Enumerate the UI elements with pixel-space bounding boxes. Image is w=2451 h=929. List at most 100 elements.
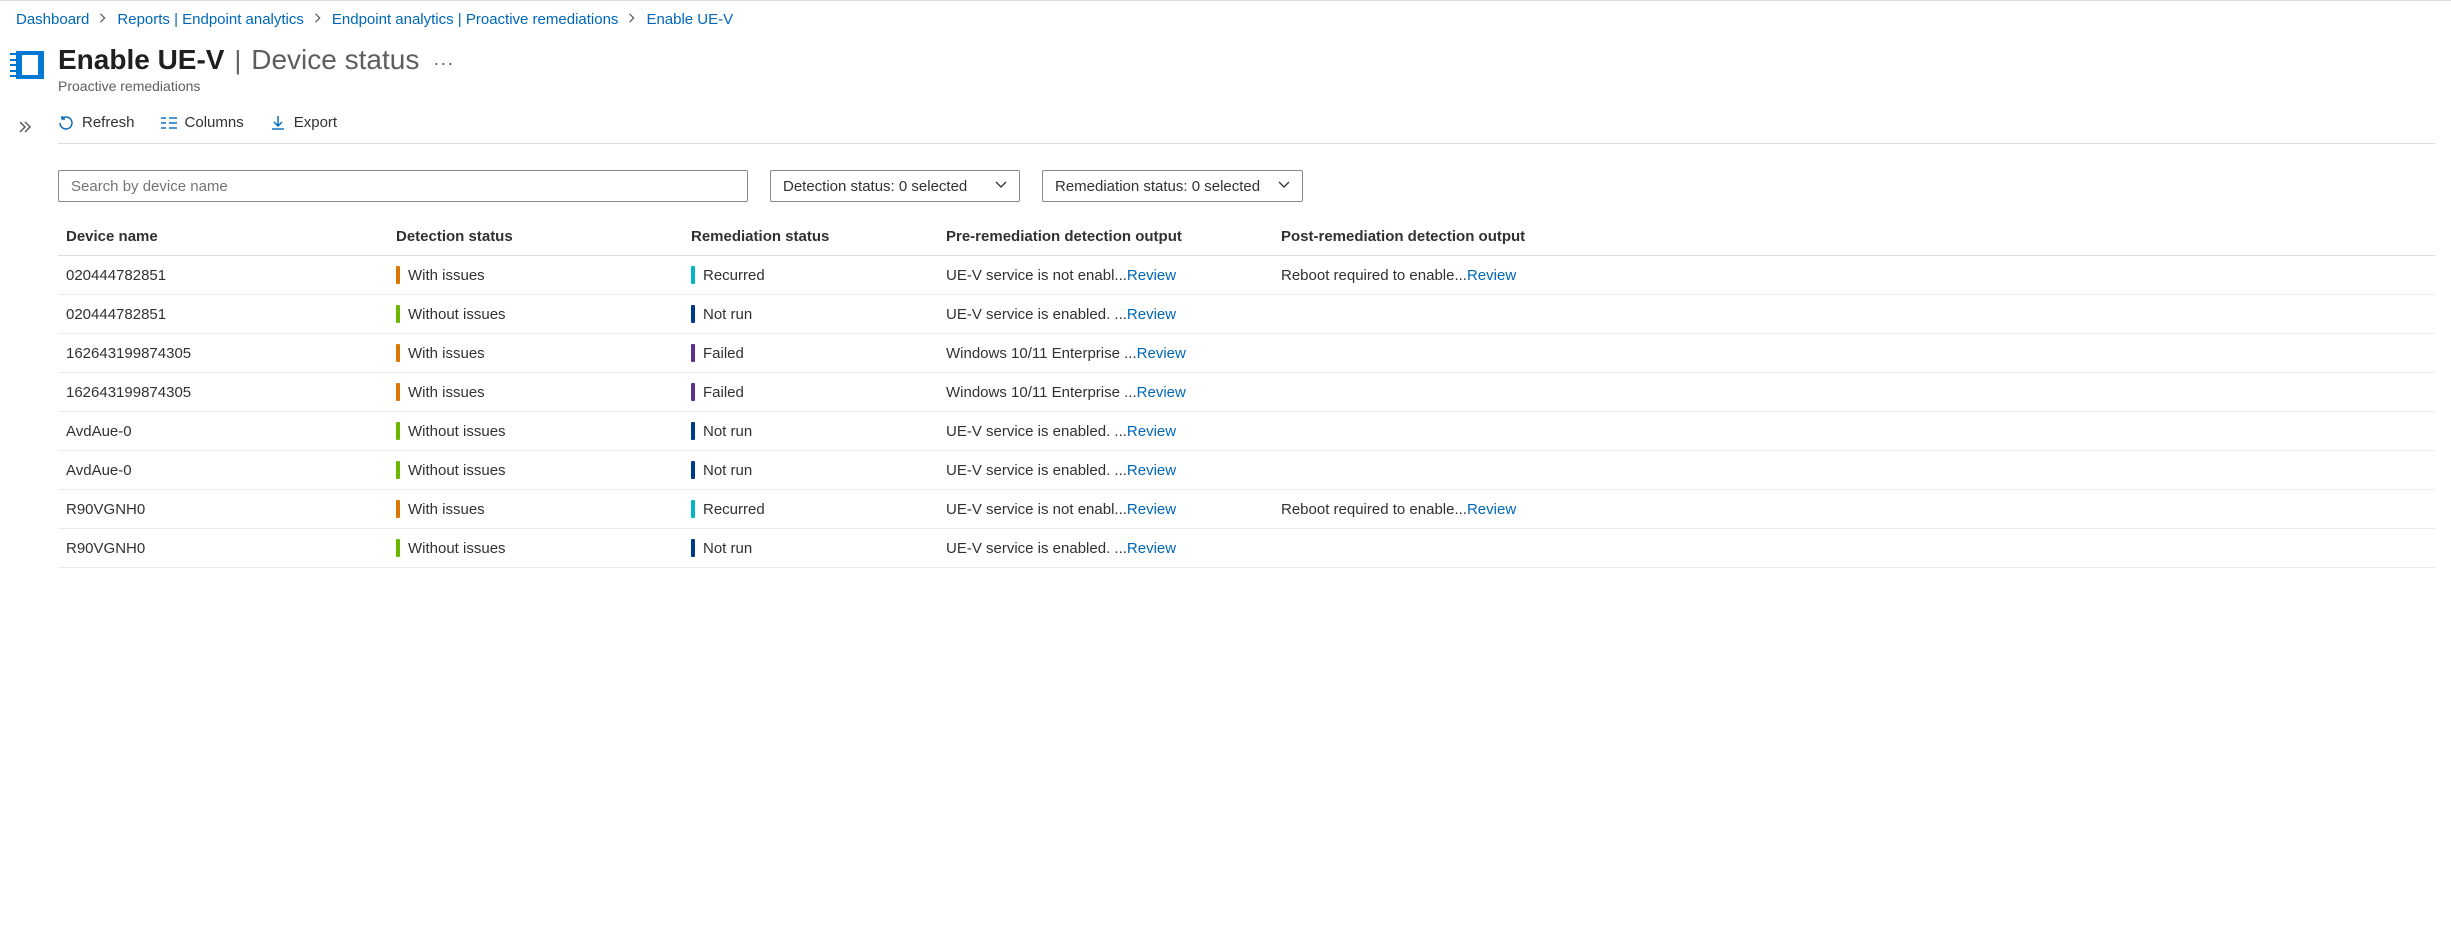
detection-status-text: With issues <box>408 501 485 518</box>
review-link[interactable]: Review <box>1467 267 1516 284</box>
remediation-status-text: Failed <box>703 384 744 401</box>
table-row[interactable]: AvdAue-0Without issuesNot runUE-V servic… <box>58 451 2435 490</box>
detection-status-text: With issues <box>408 267 485 284</box>
cell-detection: With issues <box>388 373 683 412</box>
page-title-name: Enable UE-V <box>58 44 224 76</box>
refresh-label: Refresh <box>82 114 135 131</box>
pre-output-text: UE-V service is not enabl... <box>946 267 1127 284</box>
review-link[interactable]: Review <box>1127 267 1176 284</box>
download-icon <box>270 115 286 131</box>
cell-detection: With issues <box>388 334 683 373</box>
review-link[interactable]: Review <box>1127 423 1176 440</box>
more-actions-button[interactable]: ··· <box>429 53 454 74</box>
review-link[interactable]: Review <box>1137 345 1186 362</box>
review-link[interactable]: Review <box>1137 384 1186 401</box>
status-bar-icon <box>691 539 695 557</box>
cell-detection: Without issues <box>388 529 683 568</box>
breadcrumb: Dashboard Reports | Endpoint analytics E… <box>16 1 2435 36</box>
refresh-button[interactable]: Refresh <box>58 114 135 131</box>
cell-remediation: Not run <box>683 412 938 451</box>
table-row[interactable]: 162643199874305With issuesFailedWindows … <box>58 373 2435 412</box>
cell-pre-output: UE-V service is not enabl...Review <box>938 256 1273 295</box>
status-bar-icon <box>396 305 400 323</box>
chevron-down-icon <box>1278 178 1290 195</box>
status-bar-icon <box>691 500 695 518</box>
pre-output-text: UE-V service is enabled. ... <box>946 462 1127 479</box>
detection-status-text: Without issues <box>408 462 506 479</box>
chevron-right-icon <box>99 13 107 26</box>
columns-button[interactable]: Columns <box>161 114 244 131</box>
cell-pre-output: UE-V service is enabled. ...Review <box>938 295 1273 334</box>
detection-status-text: Without issues <box>408 540 506 557</box>
page-subtitle: Proactive remediations <box>58 78 454 94</box>
cell-detection: With issues <box>388 490 683 529</box>
pre-output-text: UE-V service is not enabl... <box>946 501 1127 518</box>
cell-pre-output: Windows 10/11 Enterprise ...Review <box>938 334 1273 373</box>
cell-pre-output: UE-V service is not enabl...Review <box>938 490 1273 529</box>
status-bar-icon <box>691 461 695 479</box>
review-link[interactable]: Review <box>1127 462 1176 479</box>
table-row[interactable]: R90VGNH0Without issuesNot runUE-V servic… <box>58 529 2435 568</box>
cell-remediation: Recurred <box>683 256 938 295</box>
search-box[interactable] <box>58 170 748 202</box>
col-detection[interactable]: Detection status <box>388 218 683 256</box>
breadcrumb-reports[interactable]: Reports | Endpoint analytics <box>117 11 304 28</box>
cell-post-output <box>1273 295 2435 334</box>
expand-sidebar-button[interactable] <box>16 114 34 136</box>
breadcrumb-dashboard[interactable]: Dashboard <box>16 11 89 28</box>
cell-detection: With issues <box>388 256 683 295</box>
table-row[interactable]: 020444782851With issuesRecurredUE-V serv… <box>58 256 2435 295</box>
title-separator: | <box>234 45 241 76</box>
chevron-down-icon <box>995 178 1007 195</box>
export-button[interactable]: Export <box>270 114 337 131</box>
table-row[interactable]: 020444782851Without issuesNot runUE-V se… <box>58 295 2435 334</box>
review-link[interactable]: Review <box>1127 540 1176 557</box>
status-bar-icon <box>396 500 400 518</box>
pre-output-text: Windows 10/11 Enterprise ... <box>946 345 1137 362</box>
status-bar-icon <box>396 539 400 557</box>
search-input[interactable] <box>69 177 737 196</box>
detection-status-filter[interactable]: Detection status: 0 selected <box>770 170 1020 202</box>
detection-status-text: With issues <box>408 384 485 401</box>
col-pre[interactable]: Pre-remediation detection output <box>938 218 1273 256</box>
cell-post-output <box>1273 373 2435 412</box>
cell-remediation: Not run <box>683 451 938 490</box>
status-bar-icon <box>396 461 400 479</box>
review-link[interactable]: Review <box>1127 306 1176 323</box>
review-link[interactable]: Review <box>1127 501 1176 518</box>
cell-device: AvdAue-0 <box>58 451 388 490</box>
command-bar: Refresh Columns Export <box>58 114 2435 144</box>
status-bar-icon <box>691 305 695 323</box>
pre-output-text: UE-V service is enabled. ... <box>946 540 1127 557</box>
cell-post-output <box>1273 334 2435 373</box>
export-label: Export <box>294 114 337 131</box>
cell-pre-output: UE-V service is enabled. ...Review <box>938 451 1273 490</box>
cell-post-output: Reboot required to enable...Review <box>1273 256 2435 295</box>
columns-icon <box>161 115 177 131</box>
cell-remediation: Not run <box>683 295 938 334</box>
col-device[interactable]: Device name <box>58 218 388 256</box>
status-bar-icon <box>691 383 695 401</box>
review-link[interactable]: Review <box>1467 501 1516 518</box>
col-post[interactable]: Post-remediation detection output <box>1273 218 2435 256</box>
table-row[interactable]: 162643199874305With issuesFailedWindows … <box>58 334 2435 373</box>
detection-filter-label: Detection status: 0 selected <box>783 178 967 195</box>
status-bar-icon <box>396 383 400 401</box>
breadcrumb-proactive[interactable]: Endpoint analytics | Proactive remediati… <box>332 11 619 28</box>
cell-remediation: Failed <box>683 334 938 373</box>
col-remediation[interactable]: Remediation status <box>683 218 938 256</box>
remediation-status-text: Recurred <box>703 267 765 284</box>
detection-status-text: Without issues <box>408 423 506 440</box>
table-row[interactable]: AvdAue-0Without issuesNot runUE-V servic… <box>58 412 2435 451</box>
cell-post-output: Reboot required to enable...Review <box>1273 490 2435 529</box>
status-bar-icon <box>691 344 695 362</box>
chevron-right-icon <box>628 13 636 26</box>
remediation-status-filter[interactable]: Remediation status: 0 selected <box>1042 170 1303 202</box>
device-status-table: Device name Detection status Remediation… <box>58 218 2435 568</box>
pre-output-text: UE-V service is enabled. ... <box>946 423 1127 440</box>
status-bar-icon <box>396 266 400 284</box>
breadcrumb-current[interactable]: Enable UE-V <box>646 11 733 28</box>
cell-pre-output: UE-V service is enabled. ...Review <box>938 412 1273 451</box>
cell-remediation: Failed <box>683 373 938 412</box>
table-row[interactable]: R90VGNH0With issuesRecurredUE-V service … <box>58 490 2435 529</box>
